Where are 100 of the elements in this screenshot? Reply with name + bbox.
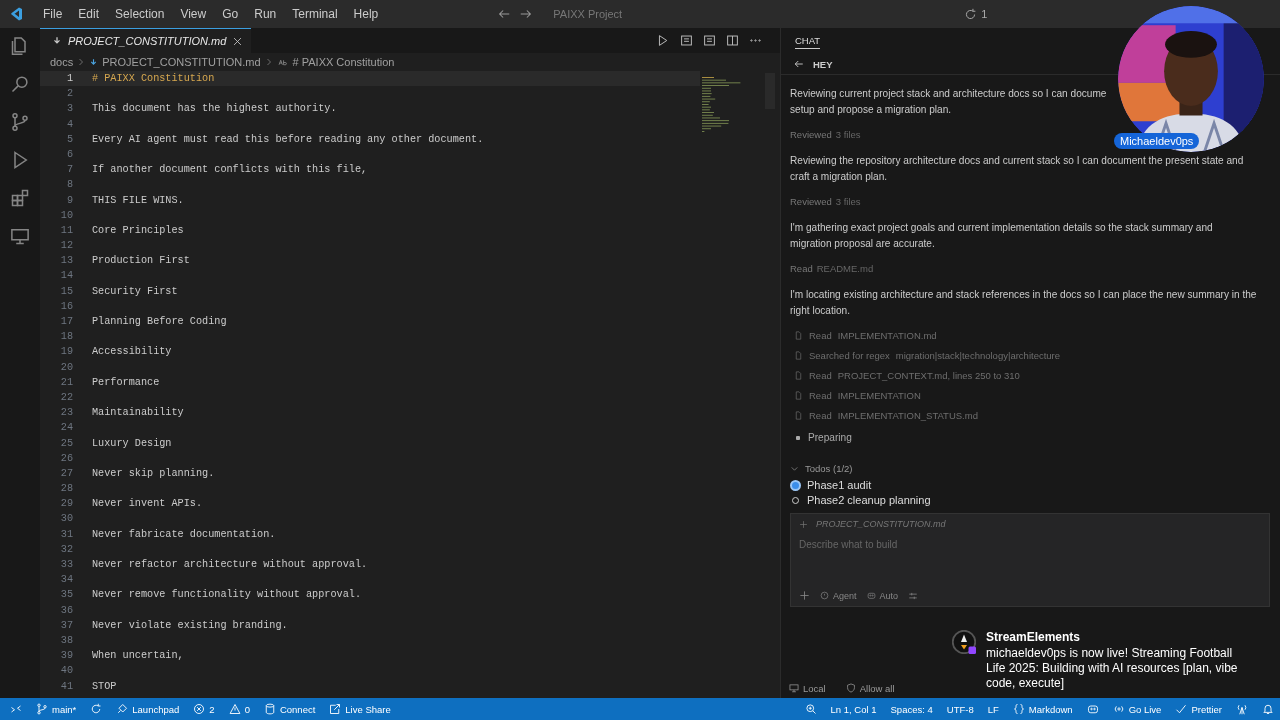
line-number: 2 bbox=[65, 87, 73, 102]
meta-label: Reviewed bbox=[790, 129, 832, 140]
monitor-icon[interactable] bbox=[10, 226, 30, 246]
branch-icon[interactable] bbox=[10, 112, 30, 132]
file-link[interactable]: 3 files bbox=[835, 196, 861, 207]
line-number: 41 bbox=[59, 679, 73, 694]
share-icon bbox=[329, 703, 342, 715]
status-item[interactable]: Connect bbox=[263, 703, 316, 715]
file-link[interactable]: IMPLEMENTATION.md bbox=[837, 330, 937, 341]
status-item[interactable]: 0 bbox=[228, 703, 250, 715]
breadcrumb-item[interactable]: PROJECT_CONSTITUTION.md bbox=[102, 56, 261, 68]
code-line: Accessibility bbox=[92, 345, 172, 360]
code-line: Luxury Design bbox=[92, 436, 172, 451]
menu-item[interactable]: File bbox=[36, 5, 70, 23]
file-icon bbox=[794, 391, 803, 400]
status-item[interactable]: Spaces: 4 bbox=[890, 703, 933, 715]
close-icon[interactable] bbox=[232, 35, 244, 47]
line-number: 9 bbox=[65, 193, 73, 208]
code-line: STOP bbox=[92, 679, 117, 694]
line-number: 32 bbox=[59, 542, 73, 557]
editor-tab[interactable]: PROJECT_CONSTITUTION.md bbox=[40, 28, 252, 53]
status-item[interactable]: UTF-8 bbox=[946, 703, 974, 715]
remote-icon[interactable] bbox=[10, 703, 22, 715]
code-line: Never remove functionality without approval. bbox=[92, 588, 361, 603]
menu-item[interactable]: Run bbox=[247, 5, 284, 23]
menu-item[interactable]: Selection bbox=[108, 5, 172, 23]
line-number: 40 bbox=[59, 664, 73, 679]
model-picker[interactable]: Auto bbox=[866, 590, 899, 601]
menu-item[interactable]: Edit bbox=[71, 5, 107, 23]
open-preview-icon[interactable] bbox=[703, 34, 716, 47]
status-item[interactable]: main* bbox=[36, 703, 77, 715]
menu-item[interactable]: Go bbox=[215, 5, 246, 23]
todo-item: Phase1 audit bbox=[807, 479, 872, 491]
line-number: 35 bbox=[59, 588, 73, 603]
chevron-icon bbox=[77, 58, 86, 66]
todos-heading[interactable]: Todos (1/2) bbox=[805, 463, 853, 474]
antenna-icon[interactable] bbox=[1236, 703, 1248, 715]
chevron-icon[interactable] bbox=[790, 464, 799, 473]
heading-text: # PAIXX Constitution bbox=[92, 72, 215, 86]
panel-tab[interactable]: CHAT bbox=[795, 33, 821, 49]
symbol-icon bbox=[276, 57, 289, 67]
file-link[interactable]: IMPLEMENTATION_STATUS.md bbox=[837, 410, 978, 421]
file-icon bbox=[794, 331, 803, 340]
menu-item[interactable]: Terminal bbox=[285, 5, 345, 23]
mode-picker[interactable]: Agent bbox=[820, 590, 857, 601]
line-number: 11 bbox=[59, 223, 73, 238]
back-arrow-icon[interactable] bbox=[793, 58, 805, 70]
line-number: 7 bbox=[65, 163, 73, 178]
chat-message-line: Reviewing the repository architecture docs and current stack so I can document the present state and bbox=[790, 154, 1245, 168]
status-item[interactable]: Prettier bbox=[1175, 703, 1222, 715]
status-item[interactable]: Markdown bbox=[1012, 703, 1073, 715]
status-item[interactable]: Ln 1, Col 1 bbox=[830, 703, 877, 715]
chat-input-field[interactable]: Describe what to build bbox=[799, 537, 999, 551]
file-link[interactable]: 3 files bbox=[835, 129, 861, 140]
breadcrumb-item[interactable]: # PAIXX Constitution bbox=[292, 56, 395, 68]
file-link[interactable]: migration|stack|technology|architecture bbox=[895, 350, 1061, 361]
location-picker[interactable]: Local bbox=[803, 682, 826, 694]
line-number: 33 bbox=[59, 558, 73, 572]
streamer-name-label: Michaeldev0ps bbox=[1114, 133, 1200, 149]
code-line: Maintainability bbox=[92, 406, 184, 421]
preview-icon[interactable] bbox=[680, 34, 693, 47]
extensions-icon[interactable] bbox=[10, 188, 30, 208]
robot-icon[interactable] bbox=[1086, 703, 1099, 715]
zoom-icon[interactable] bbox=[804, 703, 817, 715]
bell-icon[interactable] bbox=[1262, 703, 1274, 715]
chat-message-line: right location. bbox=[790, 304, 852, 318]
status-item[interactable]: Go Live bbox=[1112, 703, 1162, 715]
status-item[interactable]: Live Share bbox=[329, 703, 391, 715]
sync-icon[interactable] bbox=[90, 703, 103, 715]
line-number: 23 bbox=[59, 406, 73, 421]
add-icon[interactable] bbox=[799, 519, 808, 529]
line-number: 4 bbox=[65, 117, 73, 132]
add-icon[interactable] bbox=[799, 590, 810, 601]
status-item[interactable]: LF bbox=[987, 703, 999, 715]
markdown-file-icon bbox=[52, 36, 62, 46]
tool-label: Read bbox=[809, 330, 832, 341]
settings-icon[interactable] bbox=[908, 590, 919, 601]
rocket-avatar-icon bbox=[952, 630, 976, 654]
command-center[interactable]: PAIXX Project bbox=[553, 8, 623, 20]
status-item[interactable]: Launchpad bbox=[116, 703, 180, 715]
code-line: Security First bbox=[92, 284, 178, 299]
forward-arrow-icon[interactable] bbox=[519, 7, 534, 21]
attachment-chip[interactable]: PROJECT_CONSTITUTION.md bbox=[816, 519, 946, 529]
status-item[interactable]: 2 bbox=[193, 703, 215, 715]
file-link[interactable]: README.md bbox=[816, 263, 874, 274]
sync-icon[interactable] bbox=[964, 7, 978, 21]
split-editor-icon[interactable] bbox=[726, 34, 739, 47]
breadcrumb-item[interactable]: docs bbox=[50, 56, 74, 68]
file-link[interactable]: PROJECT_CONTEXT.md, lines 250 to 310 bbox=[837, 370, 1020, 381]
line-number: 21 bbox=[59, 375, 73, 390]
code-line: Never skip planning. bbox=[92, 466, 215, 481]
menu-item[interactable]: Help bbox=[346, 5, 386, 23]
line-number: 27 bbox=[59, 466, 73, 481]
code-line: Core Principles bbox=[92, 223, 184, 238]
file-link[interactable]: IMPLEMENTATION bbox=[837, 390, 921, 401]
permission-picker[interactable]: Allow all bbox=[859, 682, 895, 694]
search-icon[interactable] bbox=[10, 74, 30, 94]
tool-label: Searched for regex bbox=[809, 350, 890, 361]
menu-item[interactable]: View bbox=[173, 5, 214, 23]
back-arrow-icon[interactable] bbox=[497, 7, 512, 21]
